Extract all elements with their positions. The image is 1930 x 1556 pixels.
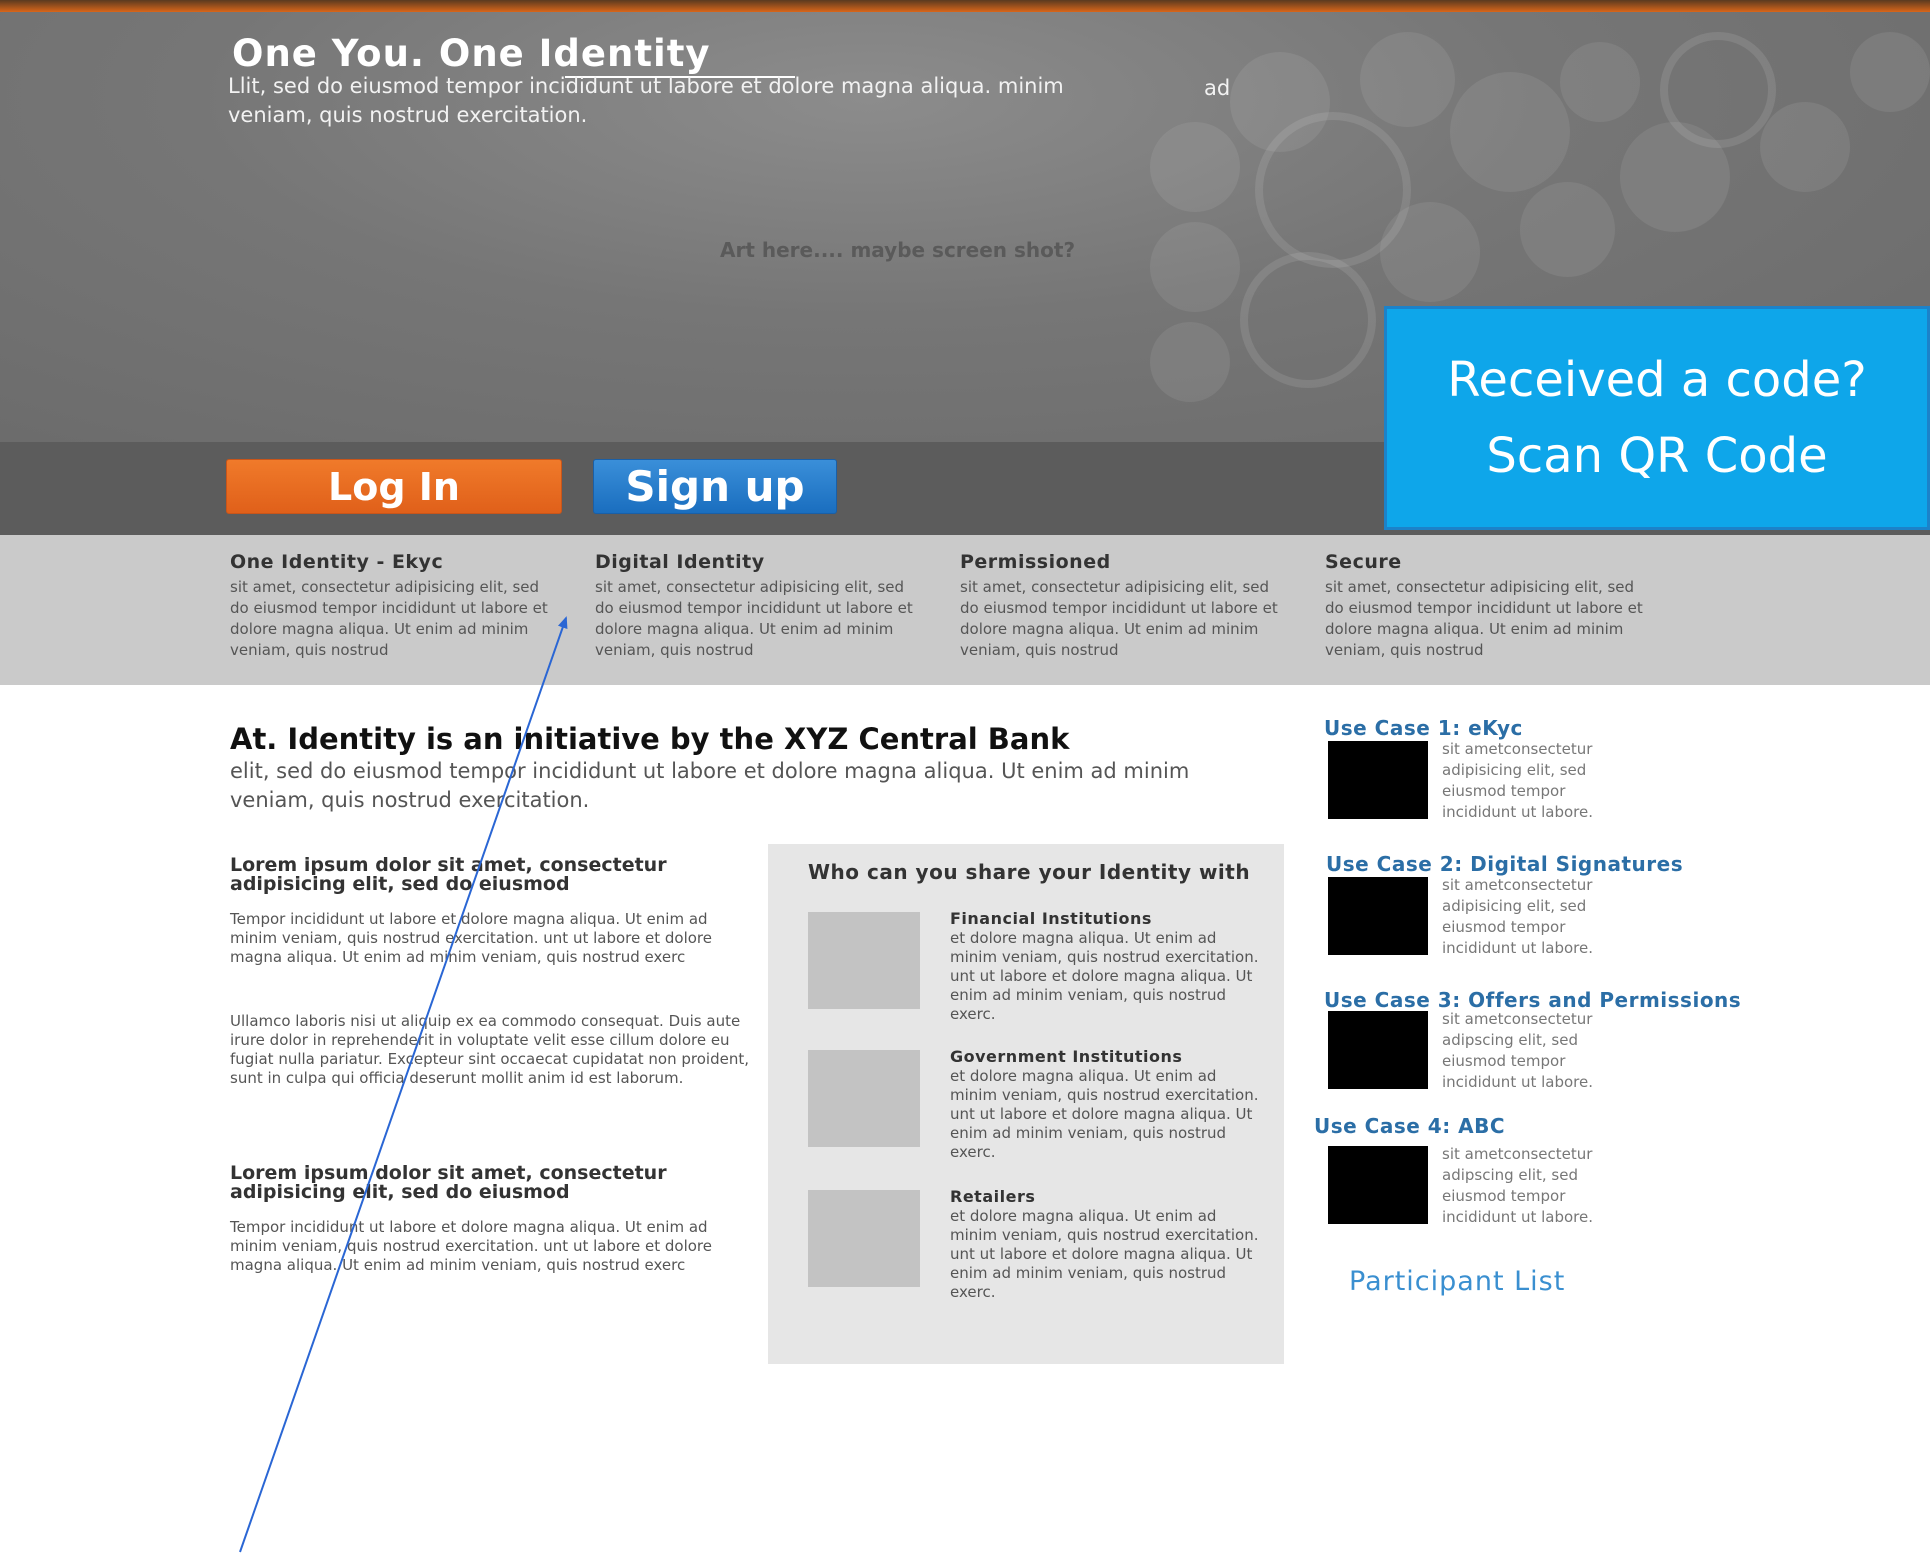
hero-ad-text: ad [1204, 76, 1231, 100]
feature-title: Permissioned [960, 551, 1111, 573]
share-item-text: et dolore magna aliqua. Ut enim ad minim… [950, 1207, 1259, 1301]
participant-list-link[interactable]: Participant List [1349, 1266, 1565, 1297]
lorem-paragraph-2a: Tempor incididunt ut labore et dolore ma… [230, 1218, 712, 1274]
art-placeholder: Art here.... maybe screen shot? [720, 238, 1076, 262]
share-item-name: Retailers [950, 1187, 1036, 1206]
feature-title: Digital Identity [595, 551, 765, 573]
use-case-4-link[interactable]: Use Case 4: ABC [1314, 1114, 1505, 1138]
qr-line-2: Scan QR Code [1486, 428, 1828, 484]
use-case-2-text: sit ametconsectetur adipisicing elit, se… [1442, 876, 1594, 957]
use-case-4-image [1328, 1146, 1428, 1224]
feature-text: sit amet, consectetur adipisicing elit, … [960, 578, 1278, 659]
feature-text: sit amet, consectetur adipisicing elit, … [1325, 578, 1643, 659]
use-case-1-link[interactable]: Use Case 1: eKyc [1324, 716, 1523, 740]
use-case-3-image [1328, 1011, 1428, 1089]
scan-qr-code-box[interactable]: Received a code? Scan QR Code [1384, 306, 1930, 530]
use-case-2-image [1328, 877, 1428, 955]
intro-title: At. Identity is an initiative by the XYZ… [230, 722, 1070, 756]
lorem-heading-2: Lorem ipsum dolor sit amet, consectetur … [230, 1162, 667, 1203]
lorem-paragraph-1b: Ullamco laboris nisi ut aliquip ex ea co… [230, 1012, 749, 1087]
share-item-text: et dolore magna aliqua. Ut enim ad minim… [950, 1067, 1259, 1161]
share-item-name: Financial Institutions [950, 909, 1152, 928]
feature-secure: Secure sit amet, consectetur adipisicing… [1325, 551, 1655, 661]
hero-title: One You. One Identity [232, 32, 711, 75]
share-panel-title: Who can you share your Identity with [808, 860, 1251, 884]
login-button[interactable]: Log In [226, 459, 562, 514]
feature-permissioned: Permissioned sit amet, consectetur adipi… [960, 551, 1290, 661]
retailers-image [808, 1190, 920, 1287]
top-accent-strip [0, 0, 1930, 12]
lorem-paragraph-1a: Tempor incididunt ut labore et dolore ma… [230, 910, 712, 966]
feature-digital-identity: Digital Identity sit amet, consectetur a… [595, 551, 925, 661]
lorem-heading-1: Lorem ipsum dolor sit amet, consectetur … [230, 854, 667, 895]
qr-line-1: Received a code? [1447, 352, 1867, 408]
use-case-2-link[interactable]: Use Case 2: Digital Signatures [1326, 852, 1683, 876]
feature-title: One Identity - Ekyc [230, 551, 444, 573]
share-item-name: Government Institutions [950, 1047, 1183, 1066]
feature-ekyc: One Identity - Ekyc sit amet, consectetu… [230, 551, 560, 661]
government-institutions-image [808, 1050, 920, 1147]
feature-text: sit amet, consectetur adipisicing elit, … [230, 578, 548, 659]
feature-text: sit amet, consectetur adipisicing elit, … [595, 578, 913, 659]
intro-text: elit, sed do eiusmod tempor incididunt u… [230, 759, 1190, 812]
signup-button[interactable]: Sign up [593, 459, 837, 514]
share-item-text: et dolore magna aliqua. Ut enim ad minim… [950, 929, 1259, 1023]
hero-text: Llit, sed do eiusmod tempor incididunt u… [228, 74, 1064, 127]
use-case-3-text: sit ametconsectetur adipscing elit, sed … [1442, 1010, 1594, 1091]
use-case-1-text: sit ametconsectetur adipisicing elit, se… [1442, 740, 1594, 821]
feature-title: Secure [1325, 551, 1402, 573]
use-case-1-image [1328, 741, 1428, 819]
use-case-4-text: sit ametconsectetur adipscing elit, sed … [1442, 1145, 1594, 1226]
financial-institutions-image [808, 912, 920, 1009]
